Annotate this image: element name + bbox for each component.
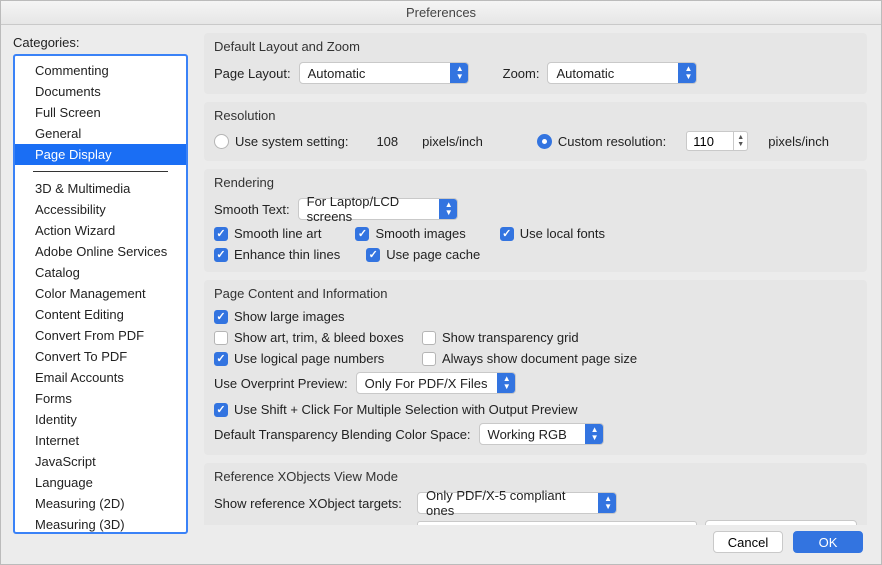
section-xobjects: Reference XObjects View Mode Show refere…	[204, 463, 867, 525]
checkbox-show-large-images[interactable]: Show large images	[214, 309, 345, 324]
section-title: Rendering	[214, 175, 857, 190]
radio-icon	[537, 134, 552, 149]
smooth-text-select[interactable]: For Laptop/LCD screens▲▼	[298, 198, 458, 220]
section-title: Resolution	[214, 108, 857, 123]
category-divider	[33, 171, 168, 172]
category-item[interactable]: Full Screen	[15, 102, 186, 123]
location-label: Location of referenced files:	[214, 524, 409, 526]
category-item[interactable]: Measuring (2D)	[15, 493, 186, 514]
check-icon	[214, 331, 228, 345]
categories-label: Categories:	[13, 35, 188, 50]
section-page-content: Page Content and Information Show large …	[204, 280, 867, 455]
cancel-button[interactable]: Cancel	[713, 531, 783, 553]
custom-resolution-stepper[interactable]: ▲▼	[686, 131, 748, 151]
checkbox-always-show-size[interactable]: Always show document page size	[422, 351, 637, 366]
category-item[interactable]: Catalog	[15, 262, 186, 283]
unit-label: pixels/inch	[768, 134, 829, 149]
checkbox-enhance-thin-lines[interactable]: Enhance thin lines	[214, 247, 340, 262]
categories-list[interactable]: CommentingDocumentsFull ScreenGeneralPag…	[13, 54, 188, 534]
page-layout-select[interactable]: Automatic▲▼	[299, 62, 469, 84]
checkbox-show-transparency[interactable]: Show transparency grid	[422, 330, 579, 345]
category-item[interactable]: Email Accounts	[15, 367, 186, 388]
overprint-select[interactable]: Only For PDF/X Files▲▼	[356, 372, 516, 394]
category-item[interactable]: Convert To PDF	[15, 346, 186, 367]
radio-custom-resolution[interactable]: Custom resolution:	[537, 134, 666, 149]
category-item[interactable]: Page Display	[15, 144, 186, 165]
system-resolution-value: 108	[376, 134, 398, 149]
check-icon	[214, 403, 228, 417]
page-layout-label: Page Layout:	[214, 66, 291, 81]
section-title: Default Layout and Zoom	[214, 39, 857, 54]
check-icon	[214, 352, 228, 366]
checkbox-use-page-cache[interactable]: Use page cache	[366, 247, 480, 262]
blending-label: Default Transparency Blending Color Spac…	[214, 427, 471, 442]
category-item[interactable]: Content Editing	[15, 304, 186, 325]
category-item[interactable]: Adobe Online Services	[15, 241, 186, 262]
section-resolution: Resolution Use system setting: 108 pixel…	[204, 102, 867, 161]
category-item[interactable]: 3D & Multimedia	[15, 178, 186, 199]
check-icon	[500, 227, 514, 241]
category-item[interactable]: Language	[15, 472, 186, 493]
stepper-buttons[interactable]: ▲▼	[734, 131, 748, 151]
custom-resolution-input[interactable]	[686, 131, 734, 151]
category-item[interactable]: General	[15, 123, 186, 144]
category-item[interactable]: Color Management	[15, 283, 186, 304]
checkbox-use-local-fonts[interactable]: Use local fonts	[500, 226, 605, 241]
ok-button[interactable]: OK	[793, 531, 863, 553]
location-input[interactable]	[417, 521, 697, 525]
category-item[interactable]: Documents	[15, 81, 186, 102]
check-icon	[214, 227, 228, 241]
category-item[interactable]: Measuring (3D)	[15, 514, 186, 534]
smooth-text-label: Smooth Text:	[214, 202, 290, 217]
check-icon	[422, 352, 436, 366]
checkbox-smooth-line-art[interactable]: Smooth line art	[214, 226, 321, 241]
category-item[interactable]: Commenting	[15, 60, 186, 81]
check-icon	[214, 310, 228, 324]
show-targets-select[interactable]: Only PDF/X-5 compliant ones▲▼	[417, 492, 617, 514]
check-icon	[422, 331, 436, 345]
category-item[interactable]: Accessibility	[15, 199, 186, 220]
blending-select[interactable]: Working RGB▲▼	[479, 423, 604, 445]
category-item[interactable]: Forms	[15, 388, 186, 409]
category-item[interactable]: JavaScript	[15, 451, 186, 472]
category-item[interactable]: Identity	[15, 409, 186, 430]
section-title: Page Content and Information	[214, 286, 857, 301]
category-item[interactable]: Convert From PDF	[15, 325, 186, 346]
checkbox-use-logical[interactable]: Use logical page numbers	[214, 351, 414, 366]
category-item[interactable]: Internet	[15, 430, 186, 451]
checkbox-smooth-images[interactable]: Smooth images	[355, 226, 465, 241]
section-layout-zoom: Default Layout and Zoom Page Layout: Aut…	[204, 33, 867, 94]
browse-button[interactable]: Browse for Location...	[705, 520, 857, 525]
checkbox-show-art-trim[interactable]: Show art, trim, & bleed boxes	[214, 330, 414, 345]
category-item[interactable]: Action Wizard	[15, 220, 186, 241]
check-icon	[366, 248, 380, 262]
radio-icon	[214, 134, 229, 149]
radio-system-setting[interactable]: Use system setting:	[214, 134, 348, 149]
check-icon	[355, 227, 369, 241]
window-title: Preferences	[1, 1, 881, 25]
zoom-select[interactable]: Automatic▲▼	[547, 62, 697, 84]
zoom-label: Zoom:	[503, 66, 540, 81]
section-rendering: Rendering Smooth Text: For Laptop/LCD sc…	[204, 169, 867, 272]
show-targets-label: Show reference XObject targets:	[214, 496, 409, 511]
unit-label: pixels/inch	[422, 134, 483, 149]
section-title: Reference XObjects View Mode	[214, 469, 857, 484]
check-icon	[214, 248, 228, 262]
checkbox-shift-click[interactable]: Use Shift + Click For Multiple Selection…	[214, 402, 578, 417]
overprint-label: Use Overprint Preview:	[214, 376, 348, 391]
